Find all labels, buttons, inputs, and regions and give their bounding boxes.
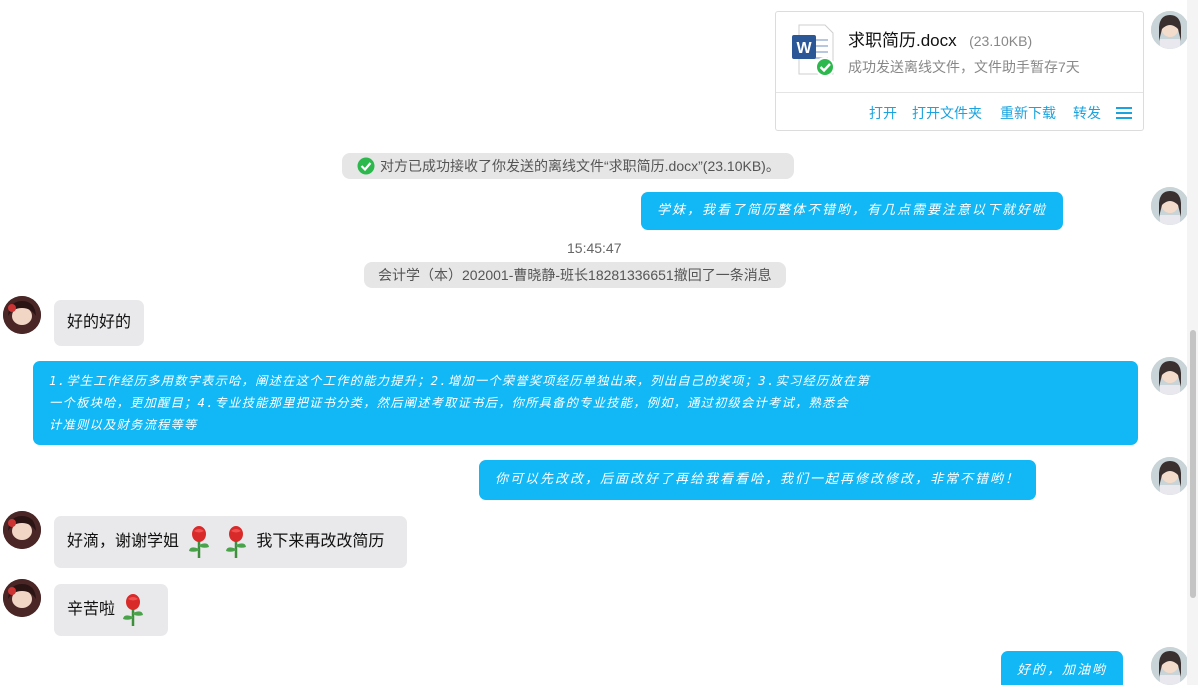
system-notice-recall: 会计学（本）202001-曹晓静-班长18281336651撤回了一条消息 bbox=[364, 262, 786, 288]
my-avatar[interactable] bbox=[1151, 357, 1189, 395]
file-card-divider bbox=[776, 92, 1143, 93]
open-folder-button[interactable]: 打开文件夹 bbox=[912, 103, 982, 123]
my-avatar[interactable] bbox=[1151, 457, 1189, 495]
peer-avatar[interactable] bbox=[3, 511, 41, 549]
forward-button[interactable]: 转发 bbox=[1073, 103, 1101, 123]
rose-emoji-icon bbox=[119, 593, 147, 627]
system-notice-text: 对方已成功接收了你发送的离线文件“求职简历.docx”(23.10KB)。 bbox=[380, 158, 780, 174]
message-line: 1.学生工作经历多用数字表示哈，阐述在这个工作的能力提升；2.增加一个荣誉奖项经… bbox=[49, 374, 870, 388]
redownload-button[interactable]: 重新下载 bbox=[1000, 103, 1056, 123]
open-file-button[interactable]: 打开 bbox=[869, 103, 897, 123]
peer-message-bubble[interactable]: 辛苦啦 bbox=[54, 584, 168, 636]
rose-emoji-icon bbox=[222, 525, 250, 559]
rose-emoji-icon bbox=[185, 525, 213, 559]
my-avatar[interactable] bbox=[1151, 647, 1189, 685]
message-text: 好的，加油哟 bbox=[1017, 663, 1108, 678]
hamburger-menu-icon[interactable] bbox=[1116, 106, 1132, 120]
message-text: 好滴，谢谢学姐 bbox=[67, 533, 180, 550]
file-message-card[interactable]: W 求职简历.docx (23.10KB) 成功发送离线文件，文件助手暂存7天 … bbox=[775, 11, 1144, 131]
file-status: 成功发送离线文件，文件助手暂存7天 bbox=[848, 59, 1080, 75]
scrollbar-thumb[interactable] bbox=[1190, 330, 1196, 598]
my-message-bubble[interactable]: 学妹，我看了简历整体不错哟，有几点需要注意以下就好啦 bbox=[641, 192, 1064, 230]
my-message-bubble[interactable]: 好的，加油哟 bbox=[1001, 651, 1124, 685]
my-avatar[interactable] bbox=[1151, 11, 1189, 49]
message-text: 你可以先改改，后面改好了再给我看看哈，我们一起再修改修改，非常不错哟！ bbox=[495, 472, 1021, 487]
timestamp: 15:45:47 bbox=[567, 240, 622, 256]
file-name[interactable]: 求职简历.docx bbox=[848, 31, 957, 50]
svg-text:W: W bbox=[796, 40, 812, 57]
check-circle-icon bbox=[357, 157, 375, 175]
file-size: (23.10KB) bbox=[969, 33, 1033, 49]
my-message-bubble[interactable]: 你可以先改改，后面改好了再给我看看哈，我们一起再修改修改，非常不错哟！ bbox=[479, 460, 1037, 500]
peer-avatar[interactable] bbox=[3, 296, 41, 334]
message-text: 我下来再改改简历 bbox=[256, 533, 385, 550]
peer-avatar[interactable] bbox=[3, 579, 41, 617]
my-avatar[interactable] bbox=[1151, 187, 1189, 225]
peer-message-bubble[interactable]: 好滴，谢谢学姐 我下来再改改简历 bbox=[54, 516, 407, 568]
my-message-bubble-long[interactable]: 1.学生工作经历多用数字表示哈，阐述在这个工作的能力提升；2.增加一个荣誉奖项经… bbox=[33, 361, 1138, 445]
message-line: 计准则以及财务流程等等 bbox=[49, 418, 198, 432]
message-text: 辛苦啦 bbox=[67, 601, 116, 618]
system-notice-received: 对方已成功接收了你发送的离线文件“求职简历.docx”(23.10KB)。 bbox=[342, 153, 794, 179]
message-text: 学妹，我看了简历整体不错哟，有几点需要注意以下就好啦 bbox=[657, 203, 1048, 218]
word-doc-icon: W bbox=[791, 24, 835, 77]
peer-message-bubble[interactable]: 好的好的 bbox=[54, 300, 145, 346]
message-text: 好的好的 bbox=[67, 314, 132, 331]
message-line: 一个板块哈，更加醒目；4.专业技能那里把证书分类，然后阐述考取证书后，你所具备的… bbox=[49, 396, 850, 410]
